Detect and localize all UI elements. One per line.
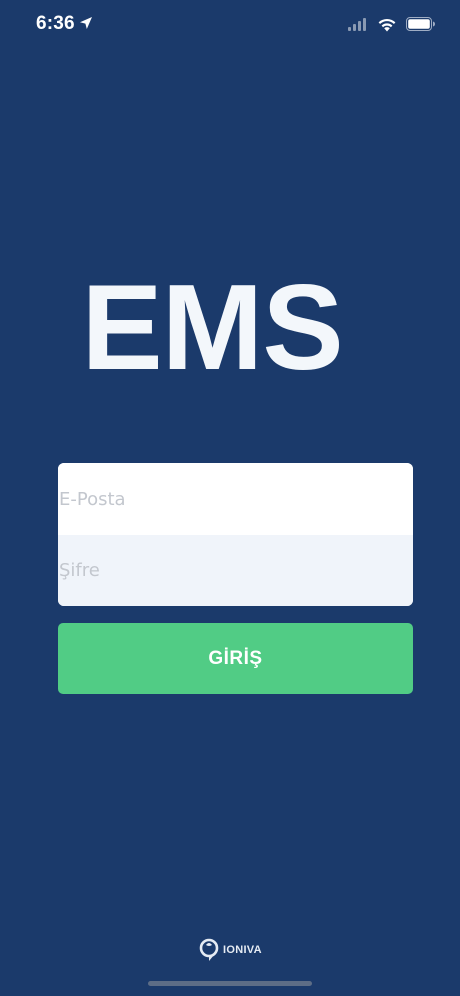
battery-icon <box>406 17 435 31</box>
ioniva-logo-icon <box>199 938 219 961</box>
signal-icon <box>348 18 366 31</box>
brand-name: IONIVA <box>223 944 262 956</box>
email-input[interactable] <box>58 463 413 535</box>
password-input[interactable] <box>58 535 413 606</box>
login-form <box>58 463 413 606</box>
status-bar: 6:36 <box>0 0 460 52</box>
status-indicators <box>348 15 436 33</box>
status-time: 6:36 <box>36 13 75 34</box>
home-indicator[interactable] <box>148 981 312 986</box>
wifi-icon <box>378 18 396 31</box>
email-field-container <box>58 463 413 535</box>
login-button[interactable]: GİRİŞ <box>58 623 413 694</box>
password-field-container <box>58 535 413 606</box>
brand-logo: IONIVA <box>199 937 262 963</box>
app-title: EMS <box>81 259 343 395</box>
location-arrow-icon <box>80 17 92 29</box>
